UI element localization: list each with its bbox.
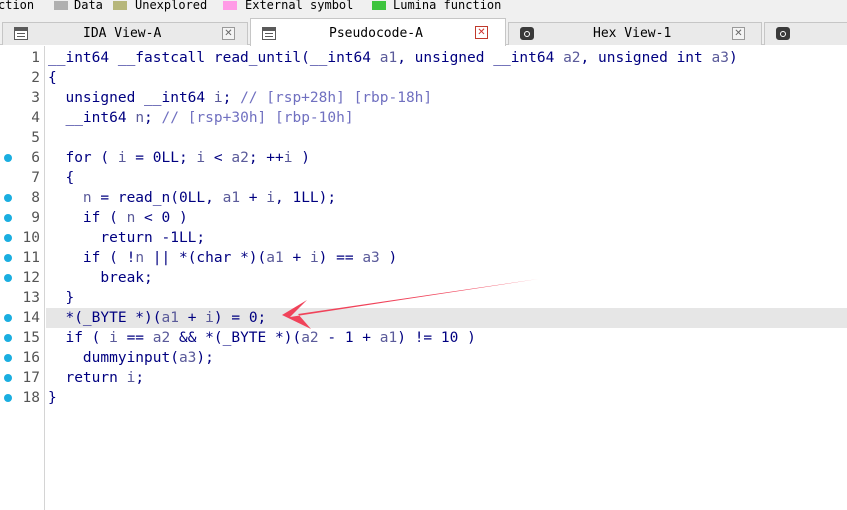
tab-ida-view-a[interactable]: IDA View-A ✕ — [2, 22, 248, 45]
info-icon — [776, 27, 790, 40]
code-line[interactable]: 1 __int64 __fastcall read_until(__int64 a… — [0, 48, 847, 68]
line-number: 3 — [31, 90, 40, 106]
legend-swatch-data — [54, 1, 68, 10]
code-line[interactable]: 15 if ( i == a2 && *(_BYTE *)(a2 - 1 + a… — [0, 328, 847, 348]
segment-legend: ction Data Unexplored External symbol Lu… — [0, 0, 847, 12]
code-line[interactable]: 9 if ( n < 0 ) — [0, 208, 847, 228]
code-line[interactable]: 5 — [0, 128, 847, 148]
code-text[interactable]: unsigned __int64 i; // [rsp+28h] [rbp-18… — [48, 88, 432, 108]
legend-swatch-unexplored — [113, 1, 127, 10]
code-line[interactable]: 14 *(_BYTE *)(a1 + i) = 0; — [0, 308, 847, 328]
list-window-icon — [14, 27, 28, 40]
hex-view-icon — [520, 27, 534, 40]
legend-swatch-external — [223, 1, 237, 10]
line-number: 9 — [31, 210, 40, 226]
legend-label-lumina: Lumina function — [393, 0, 502, 12]
code-text[interactable]: } — [48, 288, 74, 308]
line-number: 17 — [22, 370, 40, 386]
code-text[interactable]: __int64 n; // [rsp+30h] [rbp-10h] — [48, 108, 353, 128]
code-line[interactable]: 4 __int64 n; // [rsp+30h] [rbp-10h] — [0, 108, 847, 128]
code-line[interactable]: 6 for ( i = 0LL; i < a2; ++i ) — [0, 148, 847, 168]
line-number: 4 — [31, 110, 40, 126]
line-number: 2 — [31, 70, 40, 86]
code-line[interactable]: 2{ — [0, 68, 847, 88]
code-text[interactable]: return i; — [48, 368, 144, 388]
code-text[interactable]: { — [48, 168, 74, 188]
code-text[interactable]: __int64 __fastcall read_until(__int64 a1… — [48, 48, 738, 68]
line-number: 12 — [22, 270, 40, 286]
code-line[interactable]: 8 n = read_n(0LL, a1 + i, 1LL); — [0, 188, 847, 208]
tab-bar: IDA View-A ✕ Pseudocode-A ✕ Hex View-1 ✕ — [0, 12, 847, 46]
line-number: 15 — [22, 330, 40, 346]
line-number: 5 — [31, 130, 40, 146]
code-text[interactable]: for ( i = 0LL; i < a2; ++i ) — [48, 148, 310, 168]
line-number: 13 — [22, 290, 40, 306]
code-text[interactable]: dummyinput(a3); — [48, 348, 214, 368]
code-text[interactable]: *(_BYTE *)(a1 + i) = 0; — [48, 308, 266, 328]
tab-info[interactable] — [764, 22, 847, 45]
legend-label-external: External symbol — [245, 0, 354, 12]
legend-label-data: Data — [74, 0, 103, 12]
code-text[interactable]: if ( n < 0 ) — [48, 208, 188, 228]
code-text[interactable]: } — [48, 388, 57, 408]
legend-swatch-lumina — [372, 1, 386, 10]
tab-hex-view-1[interactable]: Hex View-1 ✕ — [508, 22, 762, 45]
code-text[interactable]: if ( i == a2 && *(_BYTE *)(a2 - 1 + a1) … — [48, 328, 475, 348]
code-text[interactable]: n = read_n(0LL, a1 + i, 1LL); — [48, 188, 336, 208]
code-line[interactable]: 11 if ( !n || *(char *)(a1 + i) == a3 ) — [0, 248, 847, 268]
legend-label-function: ction — [0, 0, 35, 12]
line-number: 18 — [22, 390, 40, 406]
code-text[interactable]: break; — [48, 268, 152, 288]
list-window-icon — [262, 27, 276, 40]
close-icon[interactable]: ✕ — [222, 27, 235, 40]
code-text[interactable]: { — [48, 68, 57, 88]
line-number: 6 — [31, 150, 40, 166]
line-number: 1 — [31, 50, 40, 66]
tab-label: Hex View-1 — [593, 26, 672, 41]
close-icon[interactable]: ✕ — [732, 27, 745, 40]
code-line[interactable]: 10 return -1LL; — [0, 228, 847, 248]
line-number: 8 — [31, 190, 40, 206]
tab-label: Pseudocode-A — [329, 26, 423, 41]
code-line[interactable]: 16 dummyinput(a3); — [0, 348, 847, 368]
code-line[interactable]: 13 } — [0, 288, 847, 308]
line-number: 7 — [31, 170, 40, 186]
code-line[interactable]: 7 { — [0, 168, 847, 188]
tab-pseudocode-a[interactable]: Pseudocode-A ✕ — [250, 18, 506, 46]
line-number: 16 — [22, 350, 40, 366]
code-text[interactable]: return -1LL; — [48, 228, 205, 248]
close-icon[interactable]: ✕ — [475, 26, 488, 39]
line-number: 14 — [22, 310, 40, 326]
line-number: 10 — [22, 230, 40, 246]
code-line[interactable]: 12 break; — [0, 268, 847, 288]
line-number: 11 — [22, 250, 40, 266]
code-line[interactable]: 3 unsigned __int64 i; // [rsp+28h] [rbp-… — [0, 88, 847, 108]
code-text[interactable]: if ( !n || *(char *)(a1 + i) == a3 ) — [48, 248, 397, 268]
tab-label: IDA View-A — [83, 26, 162, 41]
legend-label-unexplored: Unexplored — [135, 0, 208, 12]
code-line[interactable]: 18} — [0, 388, 847, 408]
code-line[interactable]: 17 return i; — [0, 368, 847, 388]
